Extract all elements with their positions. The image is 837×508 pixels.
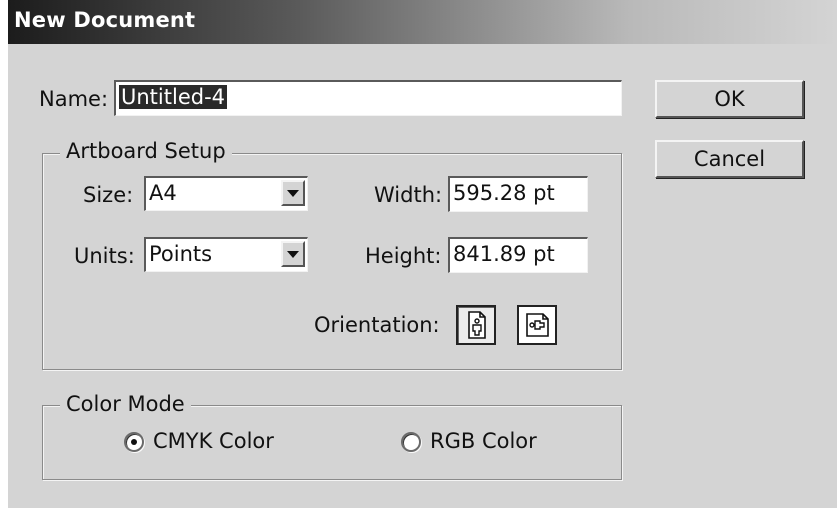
chevron-down-icon[interactable]: [281, 241, 305, 267]
name-value: Untitled-4: [119, 85, 228, 109]
size-label: Size:: [83, 183, 134, 207]
size-value: A4: [149, 181, 177, 205]
width-value: 595.28 pt: [453, 181, 555, 205]
width-field[interactable]: 595.28 pt: [448, 176, 588, 212]
cmyk-color-label[interactable]: CMYK Color: [153, 429, 274, 453]
rgb-color-label[interactable]: RGB Color: [430, 429, 537, 453]
height-value: 841.89 pt: [453, 242, 555, 266]
name-field[interactable]: Untitled-4: [114, 80, 622, 116]
title-bar: New Document: [8, 0, 837, 44]
landscape-orientation-icon: [526, 313, 549, 337]
color-mode-label: Color Mode: [60, 392, 191, 416]
name-label: Name:: [39, 87, 109, 111]
chevron-down-icon[interactable]: [281, 180, 305, 206]
cmyk-color-radio[interactable]: [124, 432, 144, 452]
height-field[interactable]: 841.89 pt: [448, 237, 588, 273]
landscape-orientation-button[interactable]: [517, 305, 557, 345]
rgb-color-radio[interactable]: [401, 432, 421, 452]
units-select[interactable]: Points: [144, 237, 308, 272]
height-label: Height:: [365, 244, 442, 268]
orientation-label: Orientation:: [314, 313, 440, 337]
portrait-orientation-button[interactable]: [456, 305, 496, 345]
width-label: Width:: [374, 183, 443, 207]
units-value: Points: [149, 242, 213, 266]
size-select[interactable]: A4: [144, 176, 308, 211]
dialog-title: New Document: [14, 8, 196, 32]
artboard-setup-label: Artboard Setup: [60, 139, 232, 163]
units-label: Units:: [74, 244, 135, 268]
portrait-orientation-icon: [468, 311, 486, 339]
new-document-dialog: New Document Name: Untitled-4 OK Cancel …: [8, 0, 837, 508]
ok-button[interactable]: OK: [655, 80, 804, 118]
cancel-button[interactable]: Cancel: [655, 140, 804, 178]
